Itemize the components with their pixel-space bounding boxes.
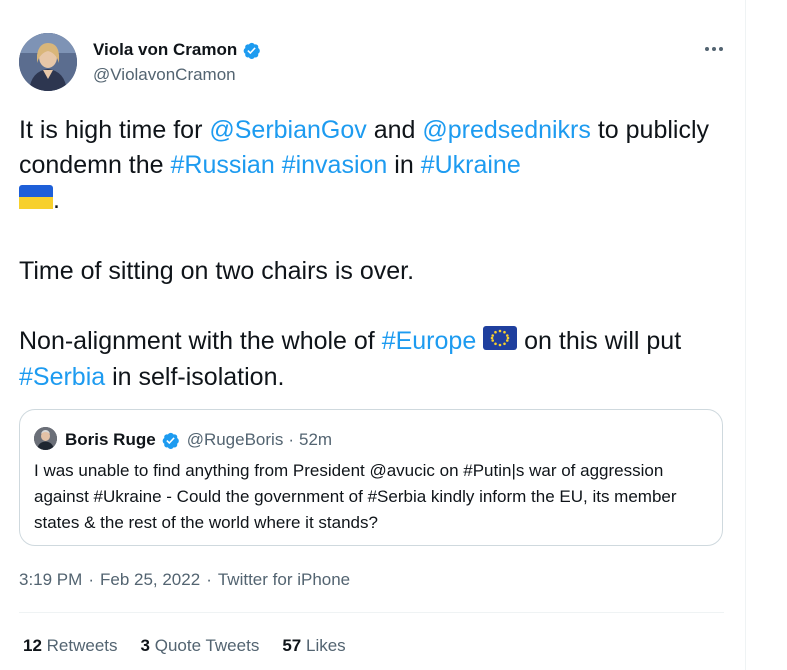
tweet-metadata: 3:19 PM · Feb 25, 2022 · Twitter for iPh… <box>19 570 350 590</box>
tweet-source[interactable]: Twitter for iPhone <box>218 570 350 590</box>
tweet-paragraph-1: It is high time for @SerbianGov and @pre… <box>19 113 724 219</box>
quote-tweets-stat[interactable]: 3 Quote Tweets <box>141 636 260 656</box>
author-handle[interactable]: @ViolavonCramon <box>93 65 236 85</box>
quoted-tweet[interactable]: Boris Ruge @RugeBoris · 52m I was unable… <box>19 409 723 546</box>
engagement-stats: 12 Retweets 3 Quote Tweets 57 Likes <box>23 636 369 656</box>
hashtag-link[interactable]: #Serbia <box>19 363 105 391</box>
more-options-icon[interactable] <box>701 38 727 58</box>
quoted-author-avatar[interactable] <box>34 427 57 450</box>
tweet-text-segment: and <box>366 116 423 144</box>
hashtag-link[interactable]: #invasion <box>282 151 388 179</box>
ukraine-flag-icon <box>19 184 53 219</box>
retweets-count: 12 <box>23 636 42 655</box>
tweet-text-segment: . <box>53 186 60 214</box>
hashtag-link[interactable]: #Russian <box>171 151 275 179</box>
tweet-text-segment: Non-alignment with the whole of <box>19 326 382 355</box>
hashtag-link[interactable]: #Ukraine <box>421 151 521 179</box>
likes-stat[interactable]: 57 Likes <box>282 636 345 656</box>
verified-badge-icon <box>242 41 261 60</box>
meta-separator: · <box>206 570 212 589</box>
tweet-text-segment: on this will put <box>517 326 682 355</box>
mention-link[interactable]: @predsednikrs <box>422 116 591 144</box>
tweet-date[interactable]: Feb 25, 2022 <box>100 570 200 590</box>
author-avatar[interactable] <box>19 33 77 91</box>
column-border <box>745 0 746 670</box>
likes-label: Likes <box>305 636 346 655</box>
retweets-label: Retweets <box>46 636 118 655</box>
tweet-paragraph-3: Non-alignment with the whole of #Europe … <box>19 324 724 395</box>
quote-tweets-count: 3 <box>140 636 150 655</box>
tweet-time[interactable]: 3:19 PM <box>19 570 82 590</box>
quoted-separator: · <box>288 430 294 449</box>
quoted-timestamp[interactable]: 52m <box>299 430 332 450</box>
quoted-tweet-text: I was unable to find anything from Presi… <box>34 461 677 532</box>
mention-link[interactable]: @SerbianGov <box>209 116 366 144</box>
eu-flag-icon <box>483 325 518 360</box>
tweet-text-segment <box>275 151 282 179</box>
retweets-stat[interactable]: 12 Retweets <box>23 636 118 656</box>
tweet-text: It is high time for @SerbianGov and @pre… <box>19 113 724 395</box>
tweet-text-segment: in <box>387 151 421 179</box>
author-name[interactable]: Viola von Cramon <box>93 40 237 60</box>
tweet-paragraph-2: Time of sitting on two chairs is over. <box>19 256 415 285</box>
tweet-text-segment: It is high time for <box>19 116 210 144</box>
divider <box>19 612 724 613</box>
quoted-author-name[interactable]: Boris Ruge <box>65 430 156 450</box>
meta-separator: · <box>88 570 94 589</box>
quote-tweets-label: Quote Tweets <box>154 636 260 655</box>
verified-badge-icon <box>161 431 180 450</box>
hashtag-link[interactable]: #Europe <box>382 327 477 355</box>
quoted-author-handle: @RugeBoris <box>186 430 284 449</box>
tweet-text-segment: in self-isolation. <box>105 362 285 391</box>
likes-count: 57 <box>282 636 302 655</box>
